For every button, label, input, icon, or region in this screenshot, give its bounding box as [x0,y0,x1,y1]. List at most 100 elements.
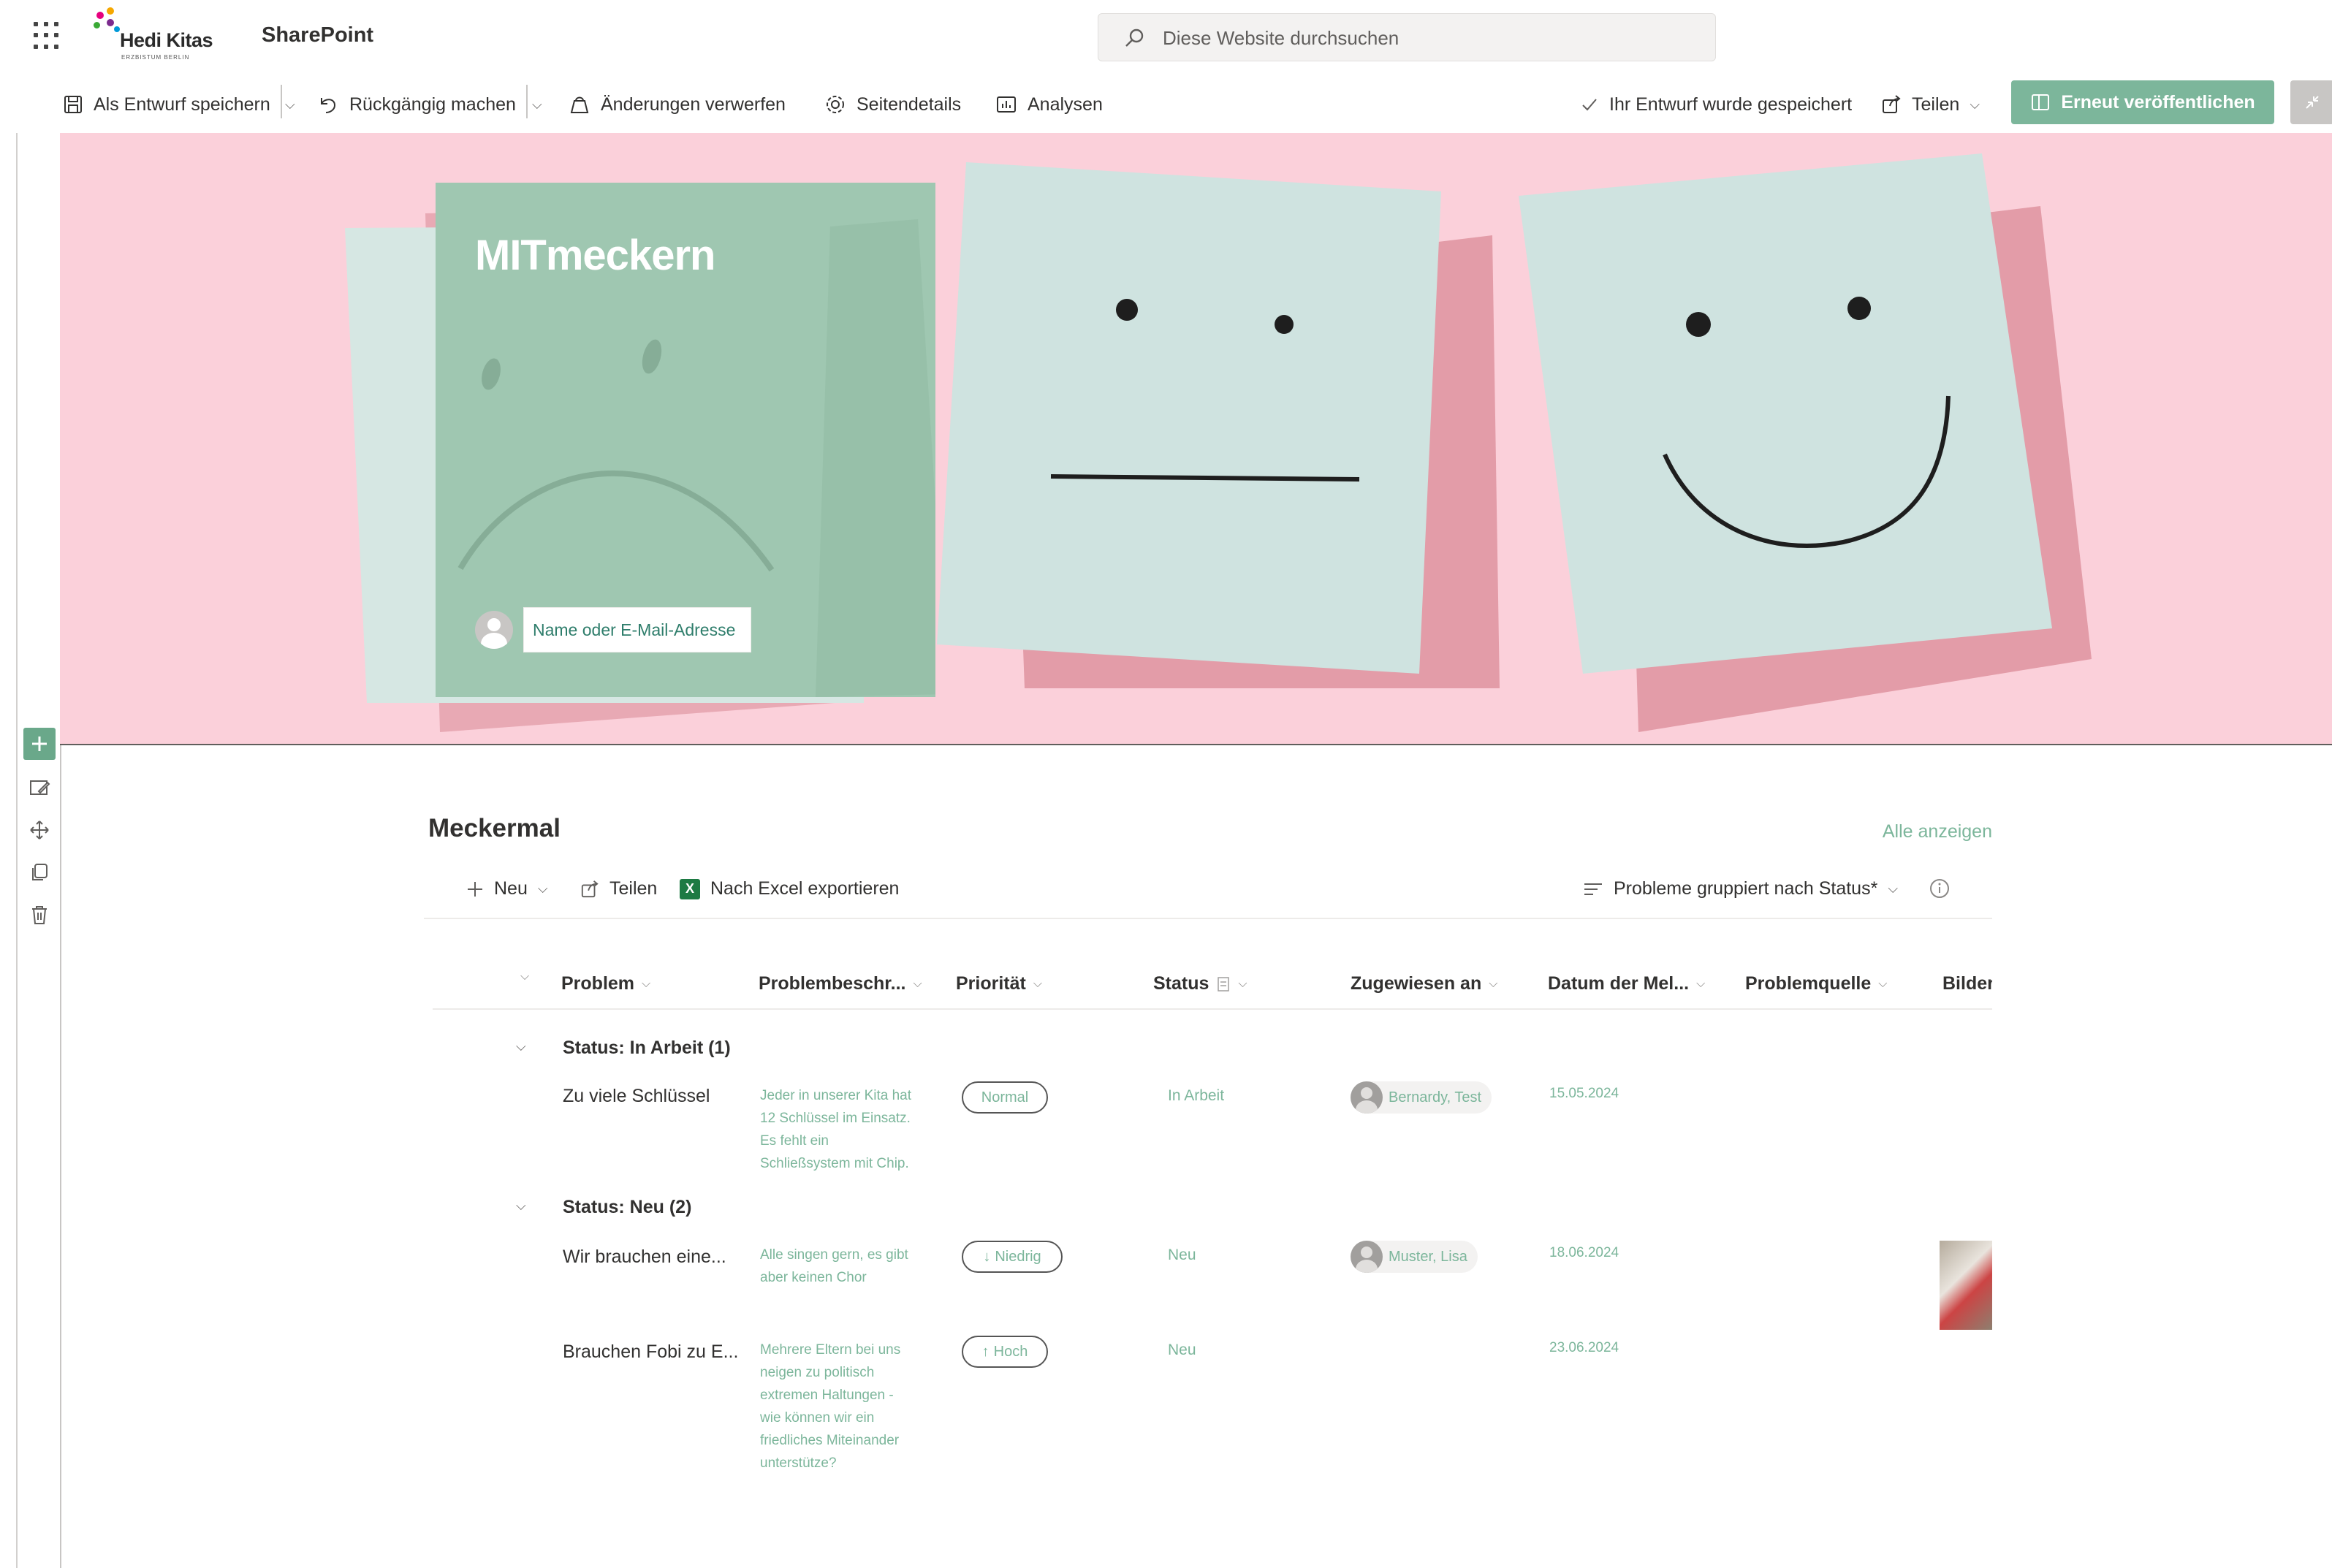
move-icon [30,821,49,840]
new-item-button[interactable]: Neu ⌵ [466,878,548,899]
checkmark-icon [1582,99,1597,111]
problem-description: Mehrere Eltern bei uns neigen zu politis… [760,1339,943,1474]
priority-label: Hoch [993,1343,1028,1360]
priority-label: Niedrig [995,1248,1041,1265]
group-toggle-icon[interactable]: ⌵ [516,1039,526,1054]
save-options-dropdown[interactable]: ⌵ [285,89,295,120]
problem-description: Jeder in unserer Kita hat 12 Schlüssel i… [760,1084,943,1175]
chevron-down-icon: ⌵ [285,96,295,112]
status-value: In Arbeit [1168,1087,1225,1104]
assigned-person[interactable]: Bernardy, Test [1351,1081,1492,1114]
person-name: Bernardy, Test [1389,1089,1482,1105]
group-toggle-icon[interactable]: ⌵ [516,1198,526,1214]
section-divider [60,744,2332,745]
column-label: Datum der Mel... [1548,973,1690,994]
edit-icon [30,780,50,795]
column-header-status[interactable]: Status ⌵ [1153,973,1247,994]
assigned-person[interactable]: Muster, Lisa [1351,1241,1478,1273]
description-line: Jeder in unserer Kita hat [760,1088,912,1103]
problem-title[interactable]: Zu viele Schlüssel [563,1086,710,1107]
suite-bar: Hedi Kitas ERZBISTUM BERLIN SharePoint D… [0,0,2332,76]
analytics-button[interactable]: Analysen [995,89,1103,120]
list-command-bar: Neu ⌵ Teilen X Nach Excel exportieren Pr… [424,858,1992,919]
collapse-all-groups[interactable]: ⌵ [520,970,529,983]
discard-changes-button[interactable]: Änderungen verwerfen [569,89,786,120]
divider [526,85,528,118]
problem-title[interactable]: Brauchen Fobi zu E... [563,1341,738,1363]
priority-badge: ↑ Hoch [962,1336,1048,1368]
chevron-down-icon: ⌵ [532,96,542,112]
avatar [1351,1241,1383,1273]
export-excel-button[interactable]: X Nach Excel exportieren [680,878,899,899]
author-byline: Name oder E-Mail-Adresse [475,606,751,653]
author-name-input[interactable]: Name oder E-Mail-Adresse [523,607,751,652]
draft-saved-status: Ihr Entwurf wurde gespeichert [1580,89,1852,120]
divider [281,85,282,118]
export-excel-label: Nach Excel exportieren [710,878,900,899]
page-details-label: Seitendetails [857,94,962,115]
column-label: Priorität [956,973,1026,994]
column-header-source[interactable]: Problemquelle ⌵ [1745,973,1887,994]
column-header-priority[interactable]: Priorität ⌵ [956,973,1042,994]
priority-badge: ↓ Niedrig [962,1241,1063,1273]
list-header-row: ⌵ Problem ⌵ Problembeschr... ⌵ Priorität ⌵ … [433,957,1992,1010]
report-date: 18.06.2024 [1549,1245,1619,1260]
column-header-problem[interactable]: Problem ⌵ [561,973,650,994]
republish-button[interactable]: Erneut veröffentlichen [2011,80,2274,124]
title-region-hero[interactable]: MITmeckern Name oder E-Mail-Adresse [60,133,2332,745]
move-section-button[interactable] [23,814,56,846]
collapse-button[interactable] [2290,80,2332,124]
description-line: aber keinen Chor [760,1270,867,1285]
info-icon [1930,879,1949,898]
site-search-box[interactable]: Diese Website durchsuchen [1098,13,1716,61]
column-label: Problembeschr... [759,973,906,994]
description-line: neigen zu politisch [760,1365,875,1380]
see-all-link[interactable]: Alle anzeigen [1883,821,1992,842]
trash-icon [32,906,47,924]
product-title[interactable]: SharePoint [262,23,373,47]
collapse-icon [2306,96,2319,109]
logo-name: Hedi Kitas [120,29,213,51]
share-page-label: Teilen [1912,94,1960,115]
view-list-icon [1584,883,1602,895]
list-title[interactable]: Meckermal [428,814,561,843]
group-header[interactable]: Status: Neu (2) [563,1197,691,1218]
problem-image-thumbnail[interactable] [1940,1241,1992,1330]
view-selector[interactable]: Probleme gruppiert nach Status* ⌵ [1583,878,1898,899]
chevron-down-icon: ⌵ [1489,977,1498,990]
copy-icon [32,864,48,880]
column-header-assigned[interactable]: Zugewiesen an ⌵ [1351,973,1497,994]
column-header-date[interactable]: Datum der Mel... ⌵ [1548,973,1705,994]
info-button[interactable] [1929,878,1950,899]
search-icon [1125,28,1144,47]
page-details-button[interactable]: Seitendetails [824,89,961,120]
hedi-kitas-logo[interactable]: Hedi Kitas ERZBISTUM BERLIN [92,7,221,66]
share-page-button[interactable]: Teilen ⌵ [1881,89,1980,120]
priority-label: Normal [981,1089,1029,1105]
share-list-button[interactable]: Teilen [580,878,657,899]
chevron-down-icon: ⌵ [1696,977,1706,990]
delete-section-button[interactable] [23,899,56,931]
undo-button[interactable]: Rückgängig machen [317,89,516,120]
page-title[interactable]: MITmeckern [475,231,715,280]
undo-options-dropdown[interactable]: ⌵ [532,89,542,120]
column-label: Status [1153,973,1209,994]
chevron-down-icon: ⌵ [642,977,651,990]
description-line: unterstütze? [760,1455,837,1471]
search-input[interactable]: Diese Website durchsuchen [1163,27,1399,50]
duplicate-section-button[interactable] [23,856,56,888]
column-header-images[interactable]: Bilder [1942,973,1992,994]
save-draft-button[interactable]: Als Entwurf speichern [63,89,270,120]
analytics-icon [997,96,1016,113]
share-list-label: Teilen [609,878,658,899]
chevron-down-icon: ⌵ [520,970,530,983]
column-label: Problemquelle [1745,973,1872,994]
view-selector-label: Probleme gruppiert nach Status* [1614,878,1878,899]
problem-title[interactable]: Wir brauchen eine... [563,1247,726,1268]
group-header[interactable]: Status: In Arbeit (1) [563,1038,731,1059]
discard-label: Änderungen verwerfen [601,94,786,115]
edit-section-button[interactable] [23,772,56,804]
add-section-button[interactable] [23,728,56,760]
column-header-description[interactable]: Problembeschr... ⌵ [759,973,922,994]
app-launcher-icon[interactable] [34,22,63,51]
